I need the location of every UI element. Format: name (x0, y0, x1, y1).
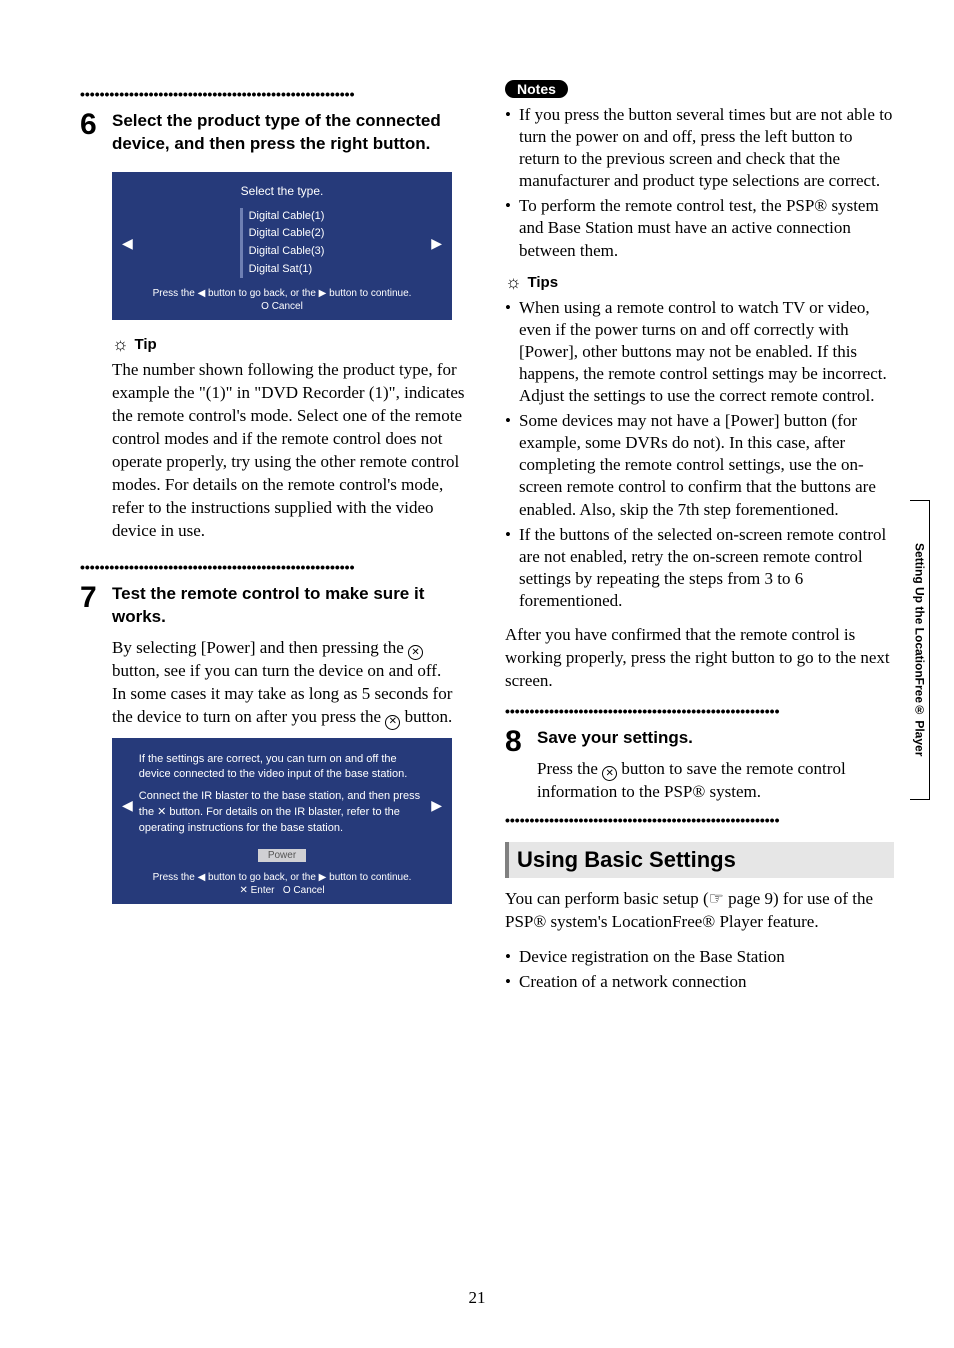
list-item: If the buttons of the selected on-screen… (505, 524, 894, 612)
after-text: After you have confirmed that the remote… (505, 624, 894, 693)
screen-title: Select the type. (122, 184, 442, 198)
step-8: 8 Save your settings. Press the ✕ button… (505, 727, 894, 804)
step-7: 7 Test the remote control to make sure i… (80, 583, 469, 730)
power-button: Power (258, 849, 306, 862)
screenshot-test-remote: ◀ If the settings are correct, you can t… (112, 738, 452, 905)
type-list: Digital Cable(1) Digital Cable(2) Digita… (240, 208, 325, 278)
step-number: 7 (80, 583, 112, 730)
step-6: 6 Select the product type of the connect… (80, 110, 469, 164)
screenshot-select-type: Select the type. ◀ Digital Cable(1) Digi… (112, 172, 452, 320)
tips-label: Tips (528, 274, 559, 291)
notes-list: If you press the button several times bu… (505, 104, 894, 262)
divider-dots: ••••••••••••••••••••••••••••••••••••••••… (505, 812, 894, 828)
list-item: Digital Sat(1) (249, 261, 325, 279)
section-heading: Using Basic Settings (505, 842, 894, 878)
screen-nav-hint: Press the ◀ button to go back, or the ▶ … (122, 288, 442, 299)
tip-label: Tip (135, 336, 157, 353)
step-7-body: By selecting [Power] and then pressing t… (112, 637, 469, 683)
step-7-title: Test the remote control to make sure it … (112, 583, 469, 629)
list-item: When using a remote control to watch TV … (505, 297, 894, 407)
section-body: You can perform basic setup (☞ page 9) f… (505, 888, 894, 934)
basic-settings-list: Device registration on the Base Station … (505, 946, 894, 993)
screen-body-text: Connect the IR blaster to the base stati… (139, 789, 425, 837)
list-item: Some devices may not have a [Power] butt… (505, 410, 894, 520)
tip-icon: ☼ (505, 272, 522, 293)
screen-body-text: If the settings are correct, you can tur… (139, 752, 425, 784)
x-button-icon: ✕ (602, 766, 617, 781)
list-item: If you press the button several times bu… (505, 104, 894, 192)
step-8-body: Press the ✕ button to save the remote co… (537, 758, 894, 804)
arrow-right-icon: ▶ (431, 235, 442, 252)
screen-sub-hint: ✕ Enter O Cancel (122, 885, 442, 896)
tips-list: When using a remote control to watch TV … (505, 297, 894, 612)
arrow-left-icon: ◀ (122, 235, 133, 252)
tip-text: The number shown following the product t… (112, 359, 469, 543)
divider-dots: ••••••••••••••••••••••••••••••••••••••••… (80, 559, 469, 575)
screen-nav-hint: Press the ◀ button to go back, or the ▶ … (122, 872, 442, 883)
step-number: 8 (505, 727, 537, 804)
divider-dots: ••••••••••••••••••••••••••••••••••••••••… (80, 86, 469, 102)
list-item: Digital Cable(3) (249, 243, 325, 261)
step-6-title: Select the product type of the connected… (112, 110, 469, 156)
step-number: 6 (80, 110, 112, 164)
x-button-icon: ✕ (408, 645, 423, 660)
tip-icon: ☼ (112, 334, 129, 355)
list-item: Creation of a network connection (505, 971, 894, 993)
list-item: Digital Cable(2) (249, 225, 325, 243)
arrow-right-icon: ▶ (431, 797, 442, 814)
step-7-body-2: In some cases it may take as long as 5 s… (112, 683, 469, 729)
x-button-icon: ✕ (385, 715, 400, 730)
list-item: To perform the remote control test, the … (505, 195, 894, 261)
hand-icon: ☞ (709, 888, 724, 911)
divider-dots: ••••••••••••••••••••••••••••••••••••••••… (505, 703, 894, 719)
arrow-left-icon: ◀ (122, 797, 133, 814)
page-number: 21 (0, 1288, 954, 1308)
list-item: Digital Cable(1) (249, 208, 325, 226)
step-8-title: Save your settings. (537, 727, 894, 750)
screen-sub-hint: O Cancel (122, 301, 442, 312)
notes-label: Notes (505, 80, 568, 98)
list-item: Device registration on the Base Station (505, 946, 894, 968)
side-tab: Setting Up the LocationFree® Player (910, 500, 930, 800)
